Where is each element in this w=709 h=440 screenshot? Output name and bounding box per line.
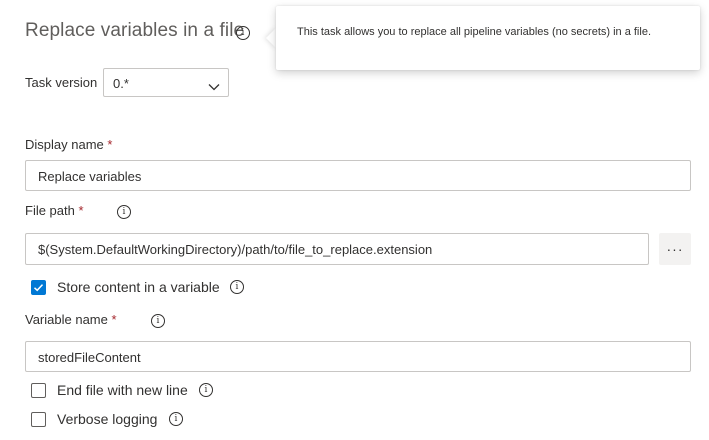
task-version-select[interactable]: 0.*	[103, 68, 229, 97]
file-path-label-text: File path	[25, 203, 75, 218]
browse-button[interactable]: ···	[659, 233, 691, 265]
display-name-field[interactable]: Replace variables	[25, 160, 691, 191]
required-marker: *	[111, 312, 117, 327]
file-path-info-icon[interactable]	[117, 205, 131, 219]
store-content-label: Store content in a variable	[57, 279, 220, 295]
chevron-down-icon	[208, 78, 220, 96]
display-name-label-text: Display name	[25, 137, 104, 152]
variable-name-field[interactable]: storedFileContent	[25, 341, 691, 372]
verbose-logging-info-icon[interactable]	[169, 412, 183, 426]
more-icon: ···	[666, 241, 684, 257]
variable-name-info-icon[interactable]	[151, 314, 165, 328]
task-version-value: 0.*	[113, 76, 129, 91]
store-content-info-icon[interactable]	[230, 280, 244, 294]
end-newline-label: End file with new line	[57, 382, 188, 398]
file-path-value: $(System.DefaultWorkingDirectory)/path/t…	[38, 242, 433, 257]
task-version-label: Task version	[25, 75, 98, 90]
checkmark-icon	[33, 284, 44, 292]
display-name-label: Display name *	[25, 137, 112, 152]
page-title: Replace variables in a file	[25, 20, 245, 41]
display-name-value: Replace variables	[38, 169, 142, 184]
file-path-field[interactable]: $(System.DefaultWorkingDirectory)/path/t…	[25, 233, 649, 265]
info-tooltip: This task allows you to replace all pipe…	[276, 6, 700, 70]
end-newline-checkbox[interactable]	[31, 383, 46, 398]
verbose-logging-checkbox[interactable]	[31, 412, 46, 427]
file-path-label: File path *	[25, 203, 84, 218]
variable-name-label-text: Variable name	[25, 312, 108, 327]
tooltip-text: This task allows you to replace all pipe…	[297, 26, 651, 38]
variable-name-label: Variable name *	[25, 312, 117, 327]
end-newline-info-icon[interactable]	[199, 383, 213, 397]
variable-name-value: storedFileContent	[38, 350, 141, 365]
required-marker: *	[78, 203, 84, 218]
required-marker: *	[107, 137, 113, 152]
store-content-checkbox[interactable]	[31, 280, 46, 295]
title-info-icon[interactable]	[236, 26, 250, 40]
verbose-logging-label: Verbose logging	[57, 411, 158, 427]
